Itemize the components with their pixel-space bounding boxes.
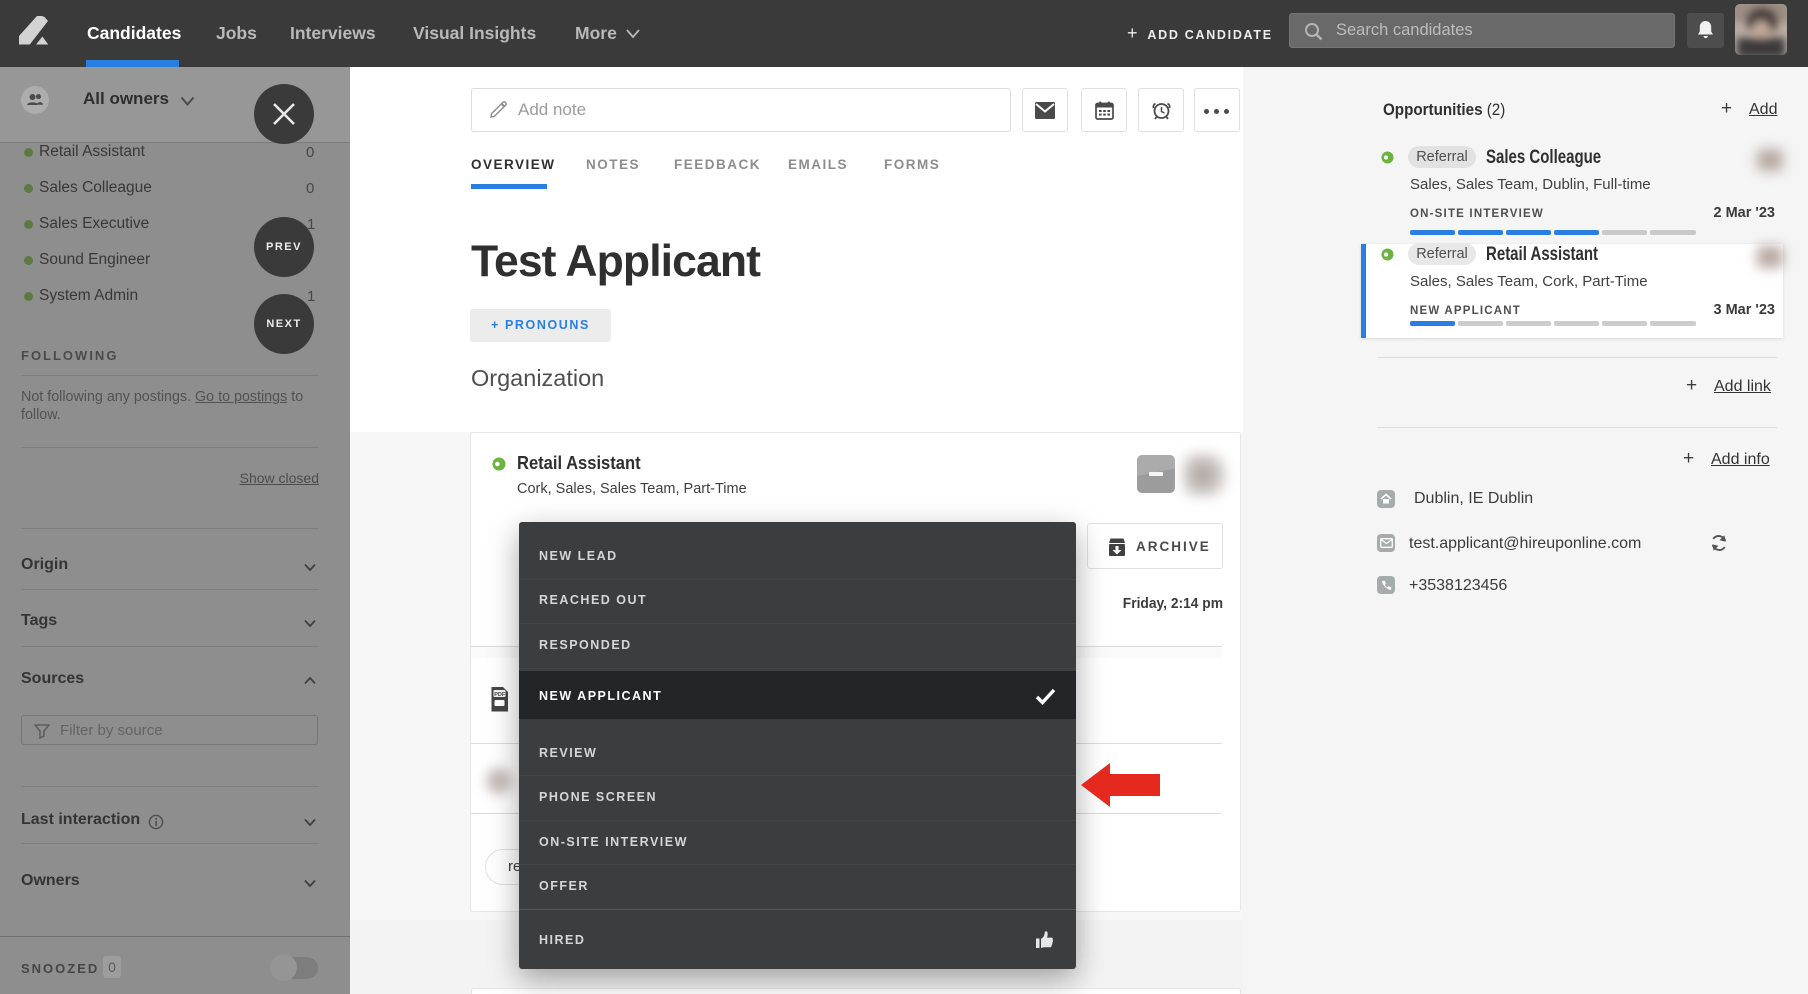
svg-text:PDF: PDF: [494, 692, 506, 698]
